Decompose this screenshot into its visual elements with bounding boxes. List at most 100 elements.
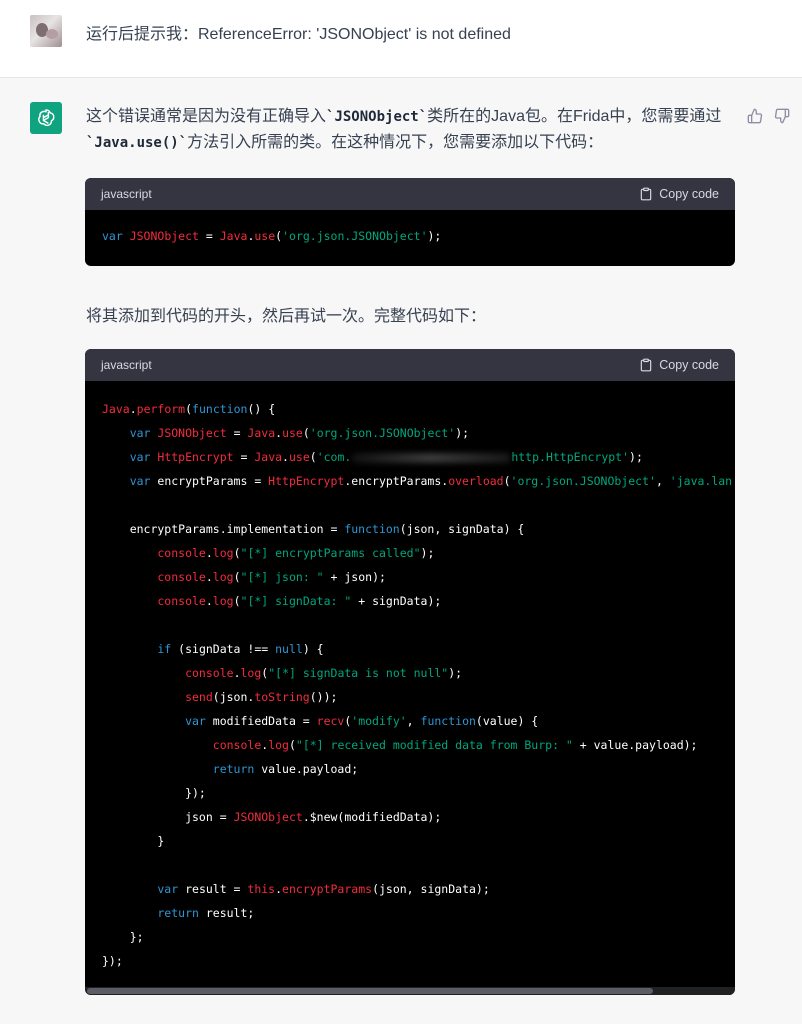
code-block-1: javascript Copy code var JSONObject = Ja… bbox=[85, 178, 735, 266]
code-token: ( bbox=[185, 402, 193, 416]
code-token: "[*] encryptParams called" bbox=[240, 546, 421, 560]
code-token: . bbox=[205, 570, 213, 584]
code-token: ( bbox=[233, 546, 241, 560]
code-language-label: javascript bbox=[101, 358, 152, 372]
code-token: value.payload; bbox=[261, 762, 359, 776]
thumbs-down-icon[interactable] bbox=[772, 106, 792, 126]
code-token: ()); bbox=[309, 690, 338, 704]
code-token: console bbox=[102, 546, 206, 560]
code-token: 'modify' bbox=[351, 714, 407, 728]
code-line: console.log("[*] signData: " + signData)… bbox=[102, 589, 735, 613]
code-line: }); bbox=[102, 949, 735, 973]
code-token: var bbox=[102, 426, 158, 440]
code-token: this bbox=[247, 882, 276, 896]
code-line: return result; bbox=[102, 901, 735, 925]
assistant-paragraph-1: 这个错误通常是因为没有正确导入`JSONObject`类所在的Java包。在Fr… bbox=[86, 104, 726, 156]
code-token: json = bbox=[102, 810, 234, 824]
code-token: var bbox=[102, 229, 130, 243]
inline-code-java-use: `Java.use()` bbox=[86, 135, 188, 151]
code-token: = bbox=[198, 229, 220, 243]
code-token: ( bbox=[302, 426, 310, 440]
code-token: log bbox=[212, 594, 234, 608]
code-line: } bbox=[102, 829, 735, 853]
code-token: console bbox=[102, 738, 262, 752]
code-token: (json. bbox=[212, 690, 255, 704]
code-token: JSONObject bbox=[233, 810, 303, 824]
code-token: . bbox=[275, 882, 283, 896]
code-line: var HttpEncrypt = Java.use('com. http.Htt… bbox=[102, 445, 735, 469]
code-language-label: javascript bbox=[101, 187, 152, 201]
code-token: ( bbox=[288, 738, 296, 752]
code-token: ); bbox=[420, 546, 435, 560]
redacted-text bbox=[351, 452, 512, 463]
code-token: , bbox=[406, 714, 421, 728]
code-token: var bbox=[102, 474, 158, 488]
code-token: HttpEncrypt bbox=[157, 450, 234, 464]
code-token: use bbox=[254, 229, 276, 243]
code-token: , bbox=[655, 474, 670, 488]
code-token: 'org.json.JSONObject' bbox=[309, 426, 456, 440]
code-line: send(json.toString()); bbox=[102, 685, 735, 709]
code-line: Java.perform(function() { bbox=[102, 397, 735, 421]
code-token: var bbox=[102, 882, 186, 896]
code-token: () { bbox=[247, 402, 276, 416]
para-text: 这个错误通常是因为没有正确导入 bbox=[86, 108, 327, 125]
code-token: Java bbox=[102, 402, 130, 416]
code-block-header: javascript Copy code bbox=[85, 349, 735, 381]
code-token: log bbox=[212, 570, 234, 584]
code-token: ( bbox=[233, 594, 241, 608]
code-line: return value.payload; bbox=[102, 757, 735, 781]
code-token: Java bbox=[247, 426, 276, 440]
code-token: perform bbox=[136, 402, 186, 416]
code-token: = bbox=[226, 426, 248, 440]
code-token: log bbox=[212, 546, 234, 560]
copy-code-label: Copy code bbox=[659, 358, 719, 372]
code-block-2: javascript Copy code Java.perform(functi… bbox=[85, 349, 735, 995]
code-token: + json); bbox=[323, 570, 386, 584]
code-block-header: javascript Copy code bbox=[85, 178, 735, 210]
code-token: "[*] received modified data from Burp: " bbox=[295, 738, 573, 752]
code-token: .encryptParams. bbox=[344, 474, 449, 488]
code-token: (signData !== bbox=[178, 642, 276, 656]
code-token: JSONObject bbox=[129, 229, 199, 243]
code-token: 'java.lan bbox=[669, 474, 733, 488]
code-token: "[*] signData: " bbox=[240, 594, 352, 608]
code-token: . bbox=[205, 594, 213, 608]
clipboard-icon bbox=[640, 358, 652, 372]
code-token: = bbox=[233, 450, 255, 464]
code-token: encryptParams.implementation = bbox=[102, 522, 345, 536]
code-token: use bbox=[288, 450, 310, 464]
code-line: }; bbox=[102, 925, 735, 949]
code-token: . bbox=[282, 450, 289, 464]
code-token: 'org.json.JSONObject' bbox=[510, 474, 656, 488]
code-token: ( bbox=[309, 450, 317, 464]
thumbs-up-icon[interactable] bbox=[745, 106, 765, 126]
code-token: ); bbox=[455, 426, 470, 440]
code-token: modifiedData = bbox=[212, 714, 317, 728]
code-token: . bbox=[205, 546, 213, 560]
assistant-message-row: 这个错误通常是因为没有正确导入`JSONObject`类所在的Java包。在Fr… bbox=[0, 78, 802, 1024]
user-message-text: 运行后提示我：ReferenceError: 'JSONObject' is n… bbox=[86, 26, 511, 43]
openai-logo-icon bbox=[30, 102, 62, 134]
code-token: ); bbox=[427, 229, 442, 243]
code-token: ( bbox=[233, 570, 241, 584]
code-token: (value) { bbox=[475, 714, 539, 728]
copy-code-button[interactable]: Copy code bbox=[639, 358, 719, 372]
code-content: var JSONObject = Java.use('org.json.JSON… bbox=[85, 210, 735, 248]
code-line: console.log("[*] json: " + json); bbox=[102, 565, 735, 589]
code-token: HttpEncrypt bbox=[268, 474, 345, 488]
code-token: recv bbox=[316, 714, 345, 728]
code-token: "[*] json: " bbox=[240, 570, 324, 584]
code-token: Java bbox=[219, 229, 248, 243]
code-token: + signData); bbox=[351, 594, 442, 608]
code-token: console bbox=[102, 570, 206, 584]
code-token: encryptParams = bbox=[157, 474, 269, 488]
horizontal-scrollbar[interactable] bbox=[85, 987, 735, 995]
code-line: console.log("[*] encryptParams called"); bbox=[102, 541, 735, 565]
scrollbar-thumb[interactable] bbox=[87, 988, 653, 994]
copy-code-button[interactable]: Copy code bbox=[639, 187, 719, 201]
code-line: encryptParams.implementation = function(… bbox=[102, 517, 735, 541]
code-token: result; bbox=[205, 906, 255, 920]
